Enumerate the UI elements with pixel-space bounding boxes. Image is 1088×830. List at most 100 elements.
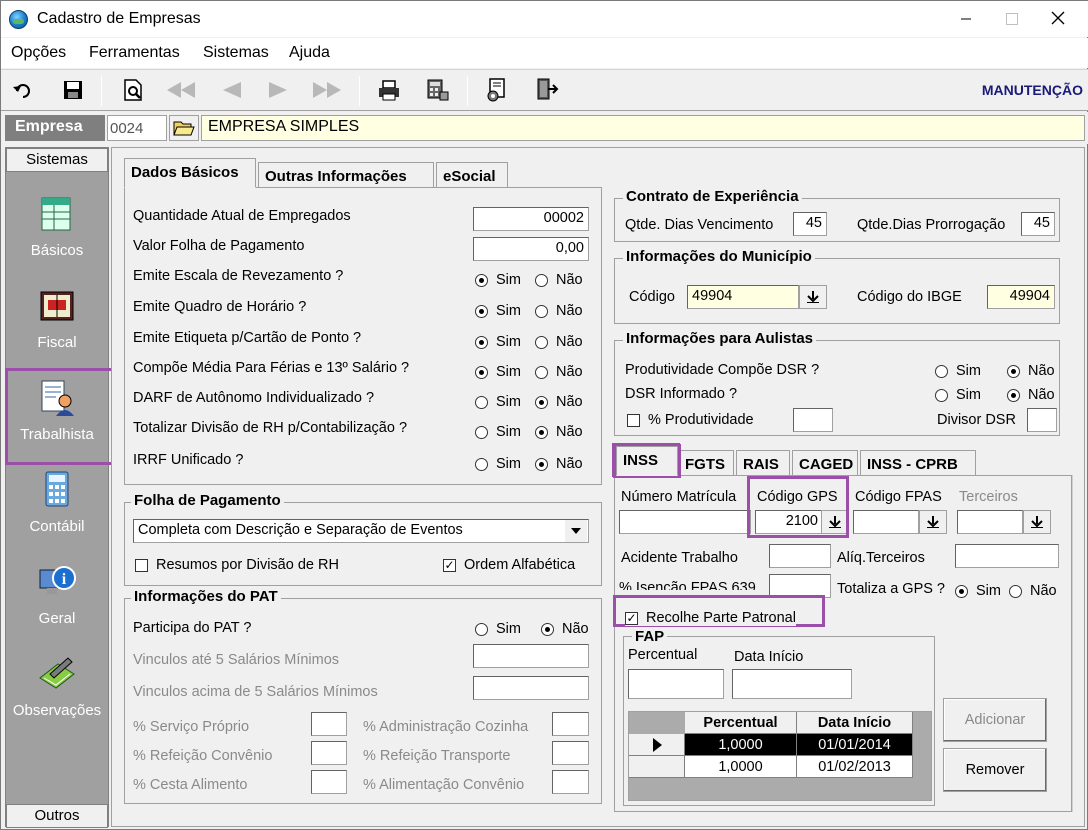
print-button[interactable]: [373, 74, 405, 106]
question-sim-radio[interactable]: Sim: [475, 364, 521, 380]
adicionar-button[interactable]: Adicionar: [943, 698, 1047, 742]
sidebar-item-trabalhista[interactable]: Trabalhista: [6, 372, 108, 456]
participa-pat-nao-radio[interactable]: Não: [541, 621, 589, 637]
question-sim-radio[interactable]: Sim: [475, 424, 521, 440]
remover-button[interactable]: Remover: [943, 748, 1047, 792]
question-sim-radio[interactable]: Sim: [475, 303, 521, 319]
vinculos-acima-input[interactable]: [473, 676, 589, 700]
codigo-gps-lookup-button[interactable]: [821, 510, 849, 534]
tab-rais[interactable]: RAIS: [736, 450, 790, 476]
row-indicator[interactable]: [629, 756, 685, 778]
ibge-input[interactable]: 49904: [987, 285, 1055, 309]
tab-caged[interactable]: CAGED: [792, 450, 858, 476]
save-button[interactable]: [57, 74, 89, 106]
sidebar-item-contabil[interactable]: Contábil: [6, 464, 108, 548]
grid-header-data[interactable]: Data Início: [797, 712, 913, 734]
valor-folha-input[interactable]: 0,00: [473, 237, 589, 261]
pct-servico-proprio-input[interactable]: [311, 712, 347, 736]
preview-button[interactable]: [117, 74, 149, 106]
codigo-gps-input[interactable]: 2100: [755, 510, 823, 534]
divisor-dsr-input[interactable]: [1027, 408, 1057, 432]
pct-cesta-alimento-input[interactable]: [311, 770, 347, 794]
folha-tipo-select[interactable]: Completa com Descrição e Separação de Ev…: [133, 519, 589, 543]
totaliza-sim-radio[interactable]: Sim: [955, 583, 1001, 599]
pct-produtividade-checkbox[interactable]: % Produtividade: [627, 412, 754, 428]
acidente-trabalho-input[interactable]: [769, 544, 831, 568]
tab-inss[interactable]: INSS: [616, 446, 678, 476]
first-record-button[interactable]: [165, 74, 197, 106]
empresa-name-field[interactable]: EMPRESA SIMPLES: [201, 115, 1085, 141]
minimize-button[interactable]: [943, 1, 989, 37]
pct-alimentacao-convenio-input[interactable]: [552, 770, 589, 794]
dsr-sim-radio[interactable]: Sim: [935, 387, 981, 403]
matricula-input[interactable]: [619, 510, 751, 534]
menu-ajuda[interactable]: Ajuda: [289, 44, 330, 62]
open-empresa-button[interactable]: [169, 115, 199, 141]
sidebar-item-geral[interactable]: i Geral: [6, 556, 108, 640]
question-sim-radio[interactable]: Sim: [475, 272, 521, 288]
sidebar-footer[interactable]: Outros: [6, 804, 108, 828]
table-row-cell[interactable]: 1,0000: [685, 734, 797, 756]
question-nao-radio[interactable]: Não: [535, 334, 583, 350]
tab-esocial[interactable]: eSocial: [436, 162, 508, 188]
calculator-button[interactable]: [421, 74, 453, 106]
dsr-nao-radio[interactable]: Não: [1007, 387, 1055, 403]
produtividade-sim-radio[interactable]: Sim: [935, 363, 981, 379]
question-sim-radio[interactable]: Sim: [475, 334, 521, 350]
totaliza-nao-radio[interactable]: Não: [1009, 583, 1057, 599]
menu-ferramentas[interactable]: Ferramentas: [89, 44, 180, 62]
question-nao-radio[interactable]: Não: [535, 303, 583, 319]
question-sim-radio[interactable]: Sim: [475, 456, 521, 472]
aliq-terceiros-input[interactable]: [955, 544, 1059, 568]
codigo-fpas-lookup-button[interactable]: [919, 510, 947, 534]
question-nao-radio[interactable]: Não: [535, 456, 583, 472]
recolhe-patronal-checkbox[interactable]: ✓ Recolhe Parte Patronal: [625, 610, 796, 626]
prorr-input[interactable]: 45: [1021, 212, 1055, 236]
question-nao-radio[interactable]: Não: [535, 394, 583, 410]
question-nao-radio[interactable]: Não: [535, 364, 583, 380]
menu-opcoes[interactable]: Opções: [11, 44, 66, 62]
last-record-button[interactable]: [311, 74, 343, 106]
folha-tipo-dropdown[interactable]: [565, 520, 587, 542]
pct-refeicao-transporte-input[interactable]: [552, 741, 589, 765]
sidebar-item-basicos[interactable]: Básicos: [6, 188, 108, 272]
isencao-fpas-input[interactable]: [769, 574, 831, 598]
codigo-fpas-input[interactable]: [853, 510, 919, 534]
fap-data-input[interactable]: [732, 669, 852, 699]
empresa-code-field[interactable]: 0024: [107, 115, 167, 141]
terceiros-input[interactable]: [957, 510, 1023, 534]
grid-header-percentual[interactable]: Percentual: [685, 712, 797, 734]
config-button[interactable]: [481, 74, 513, 106]
question-nao-radio[interactable]: Não: [535, 424, 583, 440]
terceiros-lookup-button[interactable]: [1023, 510, 1051, 534]
participa-pat-sim-radio[interactable]: Sim: [475, 621, 521, 637]
sidebar-item-observacoes[interactable]: Observações: [6, 648, 108, 732]
maximize-button[interactable]: [989, 1, 1035, 37]
venc-input[interactable]: 45: [793, 212, 827, 236]
sidebar-header[interactable]: Sistemas: [6, 148, 108, 172]
row-indicator[interactable]: [629, 734, 685, 756]
pct-admin-cozinha-input[interactable]: [552, 712, 589, 736]
table-row-cell[interactable]: 01/01/2014: [797, 734, 913, 756]
sidebar-item-fiscal[interactable]: Fiscal: [6, 280, 108, 364]
question-sim-radio[interactable]: Sim: [475, 394, 521, 410]
produtividade-nao-radio[interactable]: Não: [1007, 363, 1055, 379]
fap-percentual-input[interactable]: [628, 669, 724, 699]
tab-inss-cprb[interactable]: INSS - CPRB: [860, 450, 976, 476]
close-button[interactable]: [1035, 1, 1081, 37]
previous-record-button[interactable]: [215, 74, 247, 106]
exit-button[interactable]: [531, 74, 563, 106]
municipio-lookup-button[interactable]: [799, 285, 827, 309]
undo-button[interactable]: [7, 74, 39, 106]
table-row-cell[interactable]: 01/02/2013: [797, 756, 913, 778]
next-record-button[interactable]: [263, 74, 295, 106]
ordem-alfabetica-checkbox[interactable]: ✓ Ordem Alfabética: [443, 557, 575, 573]
resumos-checkbox[interactable]: Resumos por Divisão de RH: [135, 557, 339, 573]
tab-fgts[interactable]: FGTS: [678, 450, 734, 476]
pct-produtividade-input[interactable]: [793, 408, 833, 432]
tab-outras-informacoes[interactable]: Outras Informações: [258, 162, 434, 188]
question-nao-radio[interactable]: Não: [535, 272, 583, 288]
table-row-cell[interactable]: 1,0000: [685, 756, 797, 778]
vinculos-ate-input[interactable]: [473, 644, 589, 668]
municipio-codigo-input[interactable]: 49904: [687, 285, 799, 309]
